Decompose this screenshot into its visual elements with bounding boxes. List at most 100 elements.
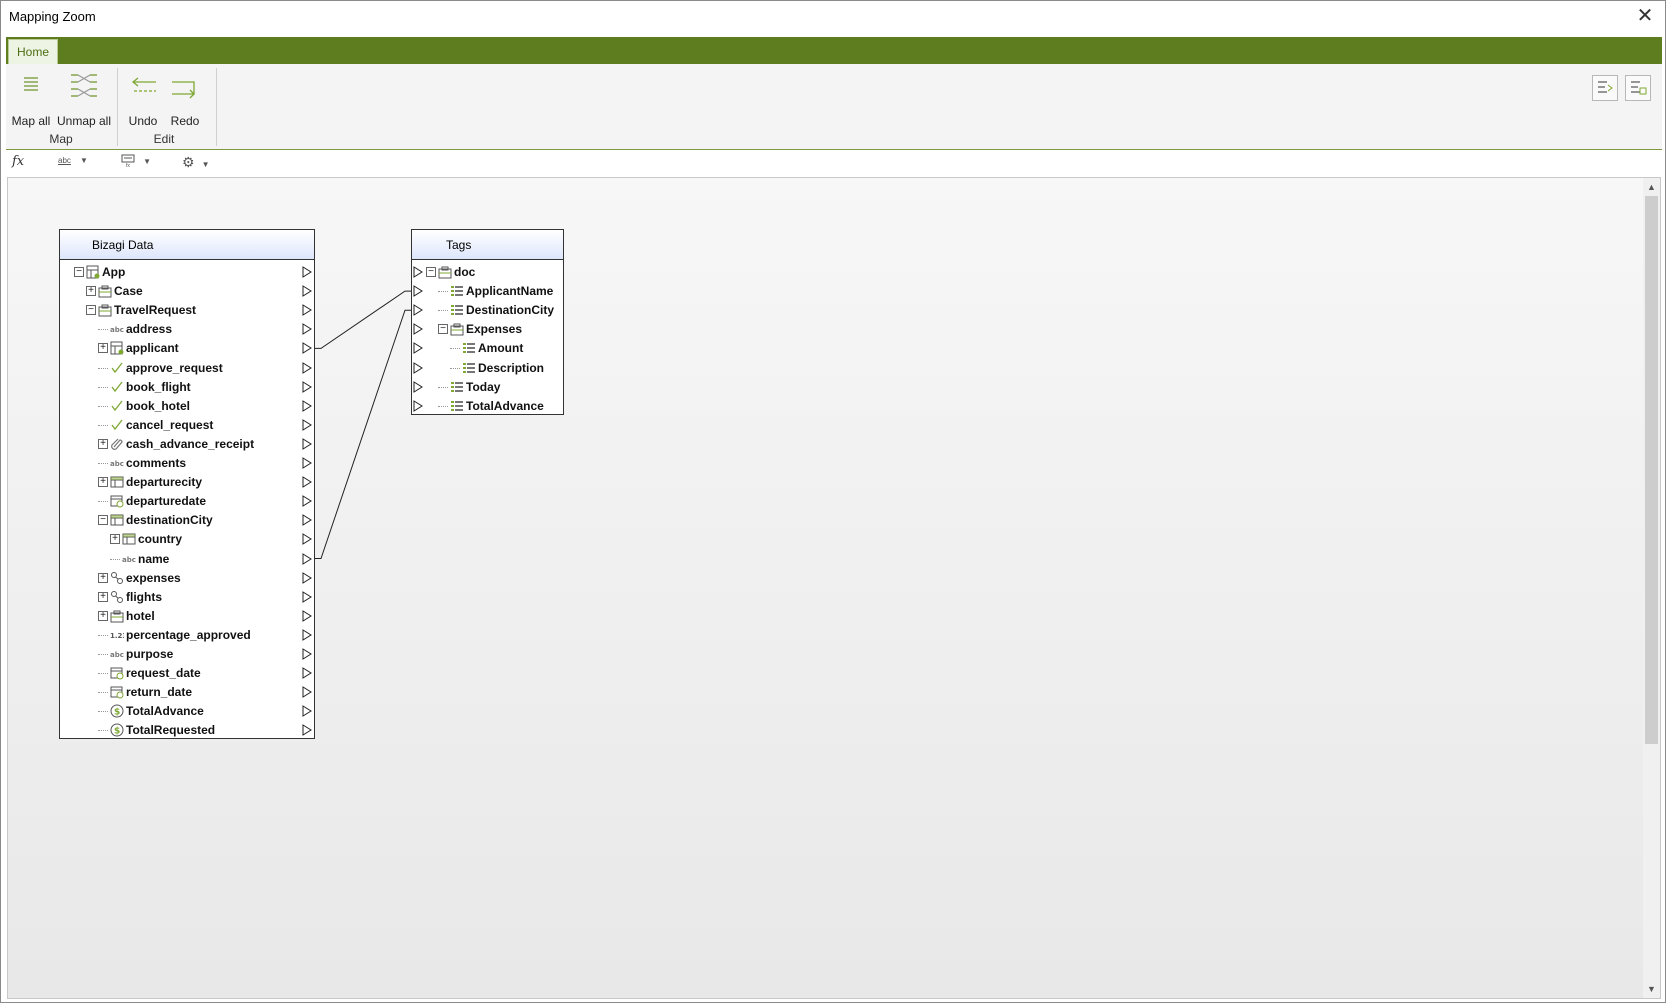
connector-output-icon[interactable] [302, 705, 312, 718]
connector-output-icon[interactable] [302, 648, 312, 660]
connector-output-icon[interactable] [302, 266, 312, 278]
connector-output-icon[interactable] [302, 399, 312, 412]
connector-input-icon[interactable] [413, 304, 423, 317]
connector-output-icon[interactable] [302, 552, 312, 565]
scrollbar-thumb[interactable] [1645, 196, 1658, 744]
connector-input-icon[interactable] [413, 285, 423, 297]
tree-row-expenses[interactable]: + expenses [60, 569, 314, 588]
unmap-all-button[interactable]: Unmap all [56, 68, 112, 128]
tree-row-address[interactable]: abc address [60, 320, 314, 339]
connector-input-icon[interactable] [413, 361, 423, 374]
connector-output-icon[interactable] [302, 323, 312, 336]
map-all-button[interactable]: Map all [10, 68, 52, 128]
tree-row-cash-advance-receipt[interactable]: + cash_advance_receipt [60, 435, 314, 454]
vertical-scrollbar[interactable]: ▲ ▼ [1643, 178, 1660, 998]
mapping-line-applicant-to-applicantname[interactable] [311, 290, 415, 349]
connector-input-icon[interactable] [413, 266, 423, 278]
display-settings-dropdown[interactable]: fx ▼ [121, 154, 151, 174]
expand-icon[interactable]: + [98, 477, 108, 488]
tree-row-departuredate[interactable]: departuredate [60, 492, 314, 511]
connector-input-icon[interactable] [413, 342, 423, 355]
tree-row-flights[interactable]: + flights [60, 588, 314, 607]
tree-row-description[interactable]: Description [412, 359, 563, 378]
tree-connector [98, 673, 108, 675]
scroll-up-icon[interactable]: ▲ [1646, 180, 1657, 194]
connector-output-icon[interactable] [302, 724, 312, 737]
connector-output-icon[interactable] [302, 418, 312, 431]
tree-row-return-date[interactable]: return_date [60, 683, 314, 702]
mapping-line-name-to-destinationcity[interactable] [311, 309, 415, 559]
tree-row-book-hotel[interactable]: book_hotel [60, 397, 314, 416]
connector-output-icon[interactable] [302, 437, 312, 450]
tree-row-departurecity[interactable]: + departurecity [60, 473, 314, 492]
tree-row-approve-request[interactable]: approve_request [60, 359, 314, 378]
tree-row-applicantname[interactable]: ApplicantName [412, 282, 563, 301]
tree-row-totalrequested[interactable]: $ TotalRequested [60, 721, 314, 740]
connector-output-icon[interactable] [302, 609, 312, 622]
expand-icon[interactable]: + [98, 572, 108, 583]
connector-output-icon[interactable] [302, 628, 312, 641]
layout-right-icon[interactable] [1625, 75, 1651, 101]
scroll-down-icon[interactable]: ▼ [1646, 982, 1657, 996]
tree-row-destinationcity[interactable]: − destinationCity [60, 511, 314, 530]
expand-icon[interactable]: + [98, 343, 108, 354]
connector-output-icon[interactable] [302, 571, 312, 584]
connector-output-icon[interactable] [302, 495, 312, 508]
tree-row-expenses[interactable]: − Expenses [412, 320, 563, 339]
settings-dropdown[interactable]: ⚙ ▼ [182, 154, 210, 174]
collapse-icon[interactable]: − [438, 324, 448, 335]
tree-row-comments[interactable]: abc comments [60, 454, 314, 473]
expand-icon[interactable]: + [98, 438, 108, 449]
tree-row-amount[interactable]: Amount [412, 339, 563, 358]
expand-icon[interactable]: + [98, 610, 108, 621]
layout-left-icon[interactable] [1592, 75, 1618, 101]
collapse-icon[interactable]: − [74, 267, 84, 277]
tree-row-cancel-request[interactable]: cancel_request [60, 416, 314, 435]
collapse-icon[interactable]: − [98, 515, 108, 526]
text-format-dropdown[interactable]: abc ▼ [58, 154, 88, 174]
close-icon[interactable]: ✕ [1633, 5, 1657, 29]
mapping-canvas[interactable]: Bizagi Data − App + Case − TravelRequest abc ad… [7, 177, 1661, 999]
connector-output-icon[interactable] [302, 342, 312, 355]
undo-button[interactable]: Undo [124, 68, 162, 128]
tab-home[interactable]: Home [8, 39, 58, 64]
connector-output-icon[interactable] [302, 514, 312, 527]
expand-icon[interactable]: + [86, 286, 96, 297]
connector-output-icon[interactable] [302, 667, 312, 679]
connector-output-icon[interactable] [302, 361, 312, 374]
tree-row-name[interactable]: abc name [60, 550, 314, 569]
collapse-icon[interactable]: − [86, 305, 96, 316]
connector-output-icon[interactable] [302, 380, 312, 393]
collapse-icon[interactable]: − [426, 267, 436, 277]
tree-row-country[interactable]: + country [60, 530, 314, 549]
tree-row-purpose[interactable]: abc purpose [60, 645, 314, 664]
tree-row-case[interactable]: + Case [60, 282, 314, 301]
connector-output-icon[interactable] [302, 590, 312, 603]
connector-input-icon[interactable] [413, 323, 423, 336]
tree-row-doc[interactable]: − doc [412, 263, 563, 282]
tree-connector [98, 329, 108, 331]
tree-row-request-date[interactable]: request_date [60, 664, 314, 683]
fx-icon[interactable]: fx [12, 154, 24, 174]
connector-output-icon[interactable] [302, 304, 312, 317]
expand-icon[interactable]: + [110, 534, 120, 545]
tree-row-percentage-approved[interactable]: 1.23percentage_approved [60, 626, 314, 645]
tree-row-travelrequest[interactable]: − TravelRequest [60, 301, 314, 320]
tree-row-book-flight[interactable]: book_flight [60, 378, 314, 397]
tree-row-totaladvance[interactable]: TotalAdvance [412, 397, 563, 416]
connector-output-icon[interactable] [302, 476, 312, 488]
connector-output-icon[interactable] [302, 457, 312, 469]
tree-row-totaladvance[interactable]: $ TotalAdvance [60, 702, 314, 721]
expand-icon[interactable]: + [98, 591, 108, 602]
tree-row-destinationcity[interactable]: DestinationCity [412, 301, 563, 320]
redo-button[interactable]: Redo [166, 68, 204, 128]
connector-input-icon[interactable] [413, 380, 423, 393]
tree-row-today[interactable]: Today [412, 378, 563, 397]
connector-input-icon[interactable] [413, 399, 423, 412]
connector-output-icon[interactable] [302, 285, 312, 297]
connector-output-icon[interactable] [302, 686, 312, 699]
tree-row-applicant[interactable]: + applicant [60, 339, 314, 358]
tree-row-app[interactable]: − App [60, 263, 314, 282]
connector-output-icon[interactable] [302, 533, 312, 546]
tree-row-hotel[interactable]: + hotel [60, 607, 314, 626]
